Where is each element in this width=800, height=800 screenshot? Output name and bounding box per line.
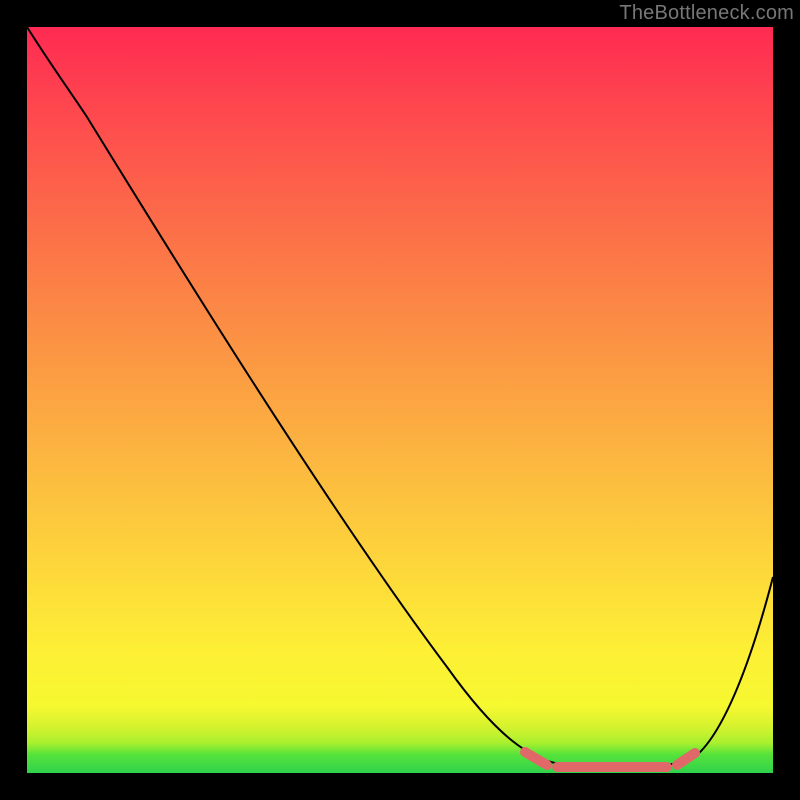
gradient-background — [27, 27, 773, 773]
chart-svg — [27, 27, 773, 773]
watermark-text: TheBottleneck.com — [619, 2, 794, 25]
plot-area — [27, 27, 773, 773]
chart-frame: TheBottleneck.com — [0, 0, 800, 800]
